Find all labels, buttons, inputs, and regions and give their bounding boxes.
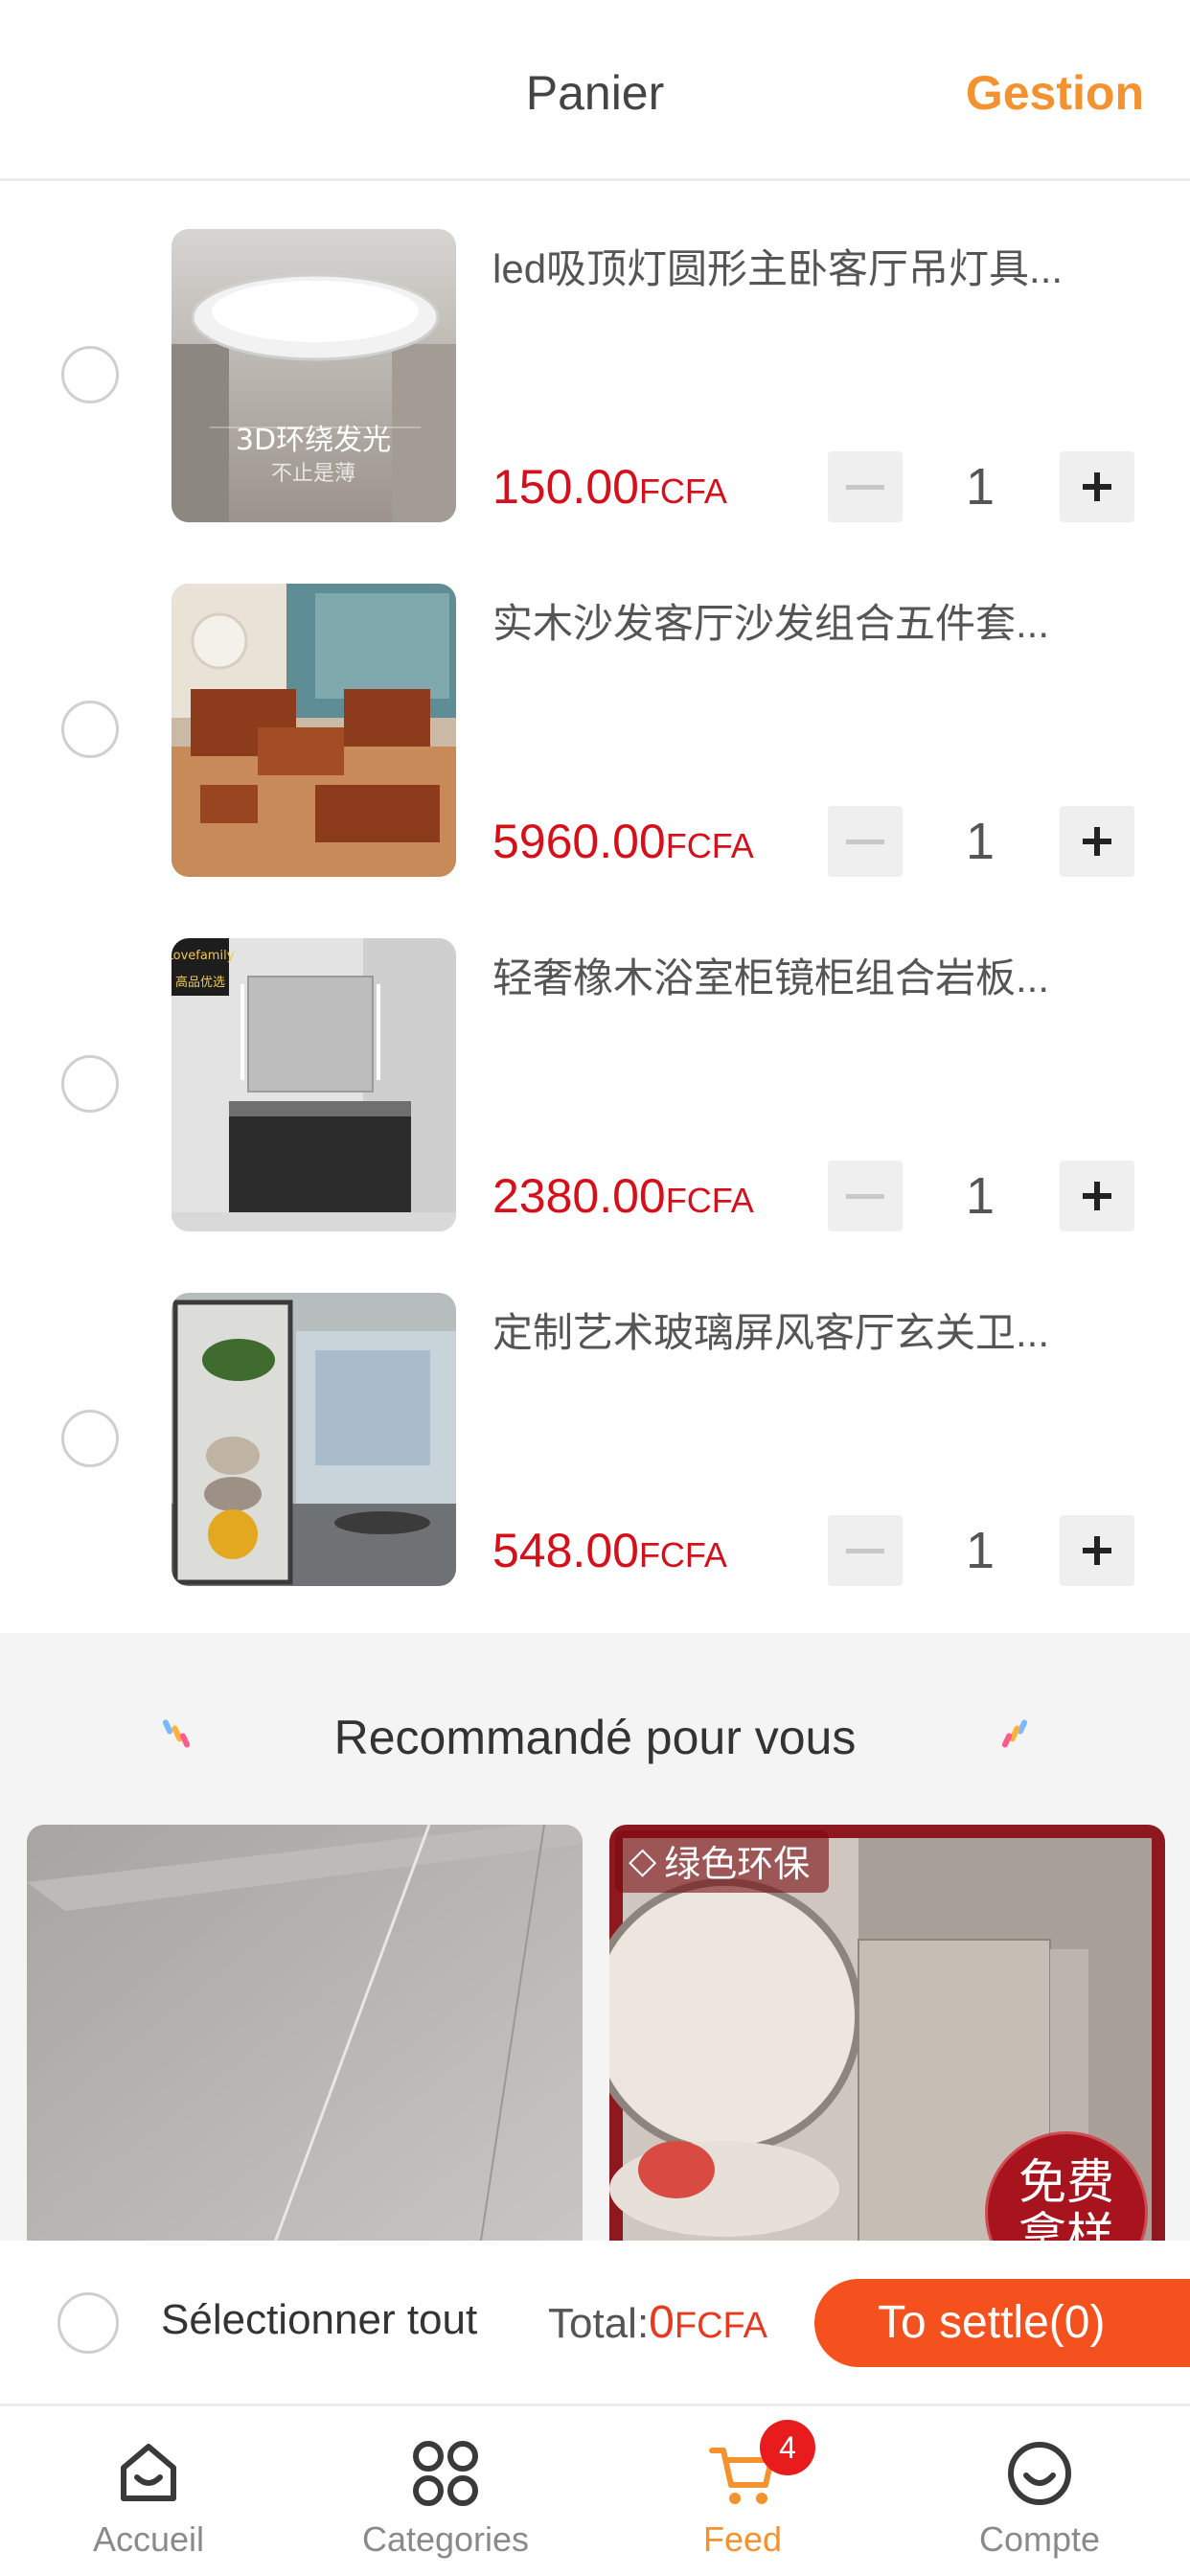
header: Panier Gestion [0,0,1190,181]
qty-decrease-button[interactable] [828,451,903,522]
recommend-card[interactable]: ◇ 绿色环保 免费 拿样 [609,1825,1165,2241]
svg-text:不止是薄: 不止是薄 [271,462,355,486]
item-select-radio[interactable] [61,1055,119,1113]
ceiling-light-image: 3D环绕发光 不止是薄 [172,229,456,522]
product-thumbnail[interactable] [172,584,456,877]
qty-value[interactable]: 1 [923,1521,1038,1580]
product-title[interactable]: 实木沙发客厅沙发组合五件套... [492,591,1125,650]
product-title[interactable]: 轻奢橡木浴室柜镜柜组合岩板... [492,946,1125,1004]
qty-increase-button[interactable] [1060,806,1134,877]
product-price: 150.00FCFA [492,460,727,514]
product-price: 2380.00FCFA [492,1169,754,1223]
tab-feed[interactable]: 4 Feed [594,2406,891,2576]
qty-value[interactable]: 1 [923,812,1038,871]
product-thumbnail[interactable] [172,1293,456,1586]
minus-icon [846,839,884,844]
minus-icon [846,484,884,490]
item-select-radio[interactable] [61,1410,119,1467]
item-select-radio[interactable] [61,701,119,758]
qty-decrease-button[interactable] [828,1515,903,1586]
minus-icon [846,1193,884,1199]
tab-bar: Accueil Categories 4 Feed Compte [0,2406,1190,2576]
manage-button[interactable]: Gestion [966,65,1144,121]
product-price: 5960.00FCFA [492,815,754,868]
product-thumbnail[interactable]: 3D环绕发光 不止是薄 [172,229,456,522]
cart-list: 3D环绕发光 不止是薄 led吸顶灯圆形主卧客厅吊灯具... 150.00FCF… [0,181,1190,1633]
qty-decrease-button[interactable] [828,806,903,877]
tab-label: Categories [361,2519,530,2559]
cart-item: 实木沙发客厅沙发组合五件套... 5960.00FCFA 1 [0,536,1190,890]
cart-item: 3D环绕发光 不止是薄 led吸顶灯圆形主卧客厅吊灯具... 150.00FCF… [0,181,1190,536]
categories-icon [413,2441,478,2506]
eco-tag: ◇ 绿色环保 [615,1830,830,1893]
qty-increase-button[interactable] [1060,1161,1134,1231]
svg-text:高品优选: 高品优选 [175,975,225,990]
qty-value[interactable]: 1 [923,457,1038,517]
item-select-radio[interactable] [61,346,119,403]
qty-increase-button[interactable] [1060,451,1134,522]
cart-item: 定制艺术玻璃屏风客厅玄关卫... 548.00FCFA 1 [0,1245,1190,1599]
minus-icon [846,1548,884,1553]
diamond-icon: ◇ [629,1841,657,1881]
product-price: 548.00FCFA [492,1524,727,1577]
svg-text:3D环绕发光: 3D环绕发光 [236,424,391,457]
cart-count-badge: 4 [760,2420,815,2475]
total-amount: Total:0FCFA [548,2297,767,2348]
tab-categories[interactable]: Categories [297,2406,594,2576]
tab-label: Compte [978,2519,1101,2559]
settle-bar: Sélectionner tout Total:0FCFA To settle(… [0,2241,1190,2406]
qty-decrease-button[interactable] [828,1161,903,1231]
svg-text:Lovefamily: Lovefamily [172,949,235,963]
account-icon [1008,2442,1071,2505]
bathroom-cabinet-image: Lovefamily 高品优选 [172,938,456,1231]
select-all-radio[interactable] [57,2292,119,2354]
cart-item: Lovefamily 高品优选 轻奢橡木浴室柜镜柜组合岩板... 2380.00… [0,890,1190,1245]
tab-label: Accueil [92,2519,205,2559]
tab-compte[interactable]: Compte [891,2406,1188,2576]
product-thumbnail[interactable]: Lovefamily 高品优选 [172,938,456,1231]
sparkle-icon [1001,1719,1028,1748]
wood-panel-image [27,1825,583,2241]
home-icon [121,2444,176,2501]
qty-value[interactable]: 1 [923,1166,1038,1226]
recommend-card[interactable] [27,1825,583,2241]
product-title[interactable]: led吸顶灯圆形主卧客厅吊灯具... [492,237,1125,295]
product-title[interactable]: 定制艺术玻璃屏风客厅玄关卫... [492,1300,1125,1359]
tab-label: Feed [702,2519,783,2559]
recommend-section: Recommandé pour vous ◇ 绿色环保 免费 拿样 [0,1633,1190,2241]
select-all-label[interactable]: Sélectionner tout [161,2296,477,2344]
tab-accueil[interactable]: Accueil [0,2406,297,2576]
qty-increase-button[interactable] [1060,1515,1134,1586]
settle-button[interactable]: To settle(0) [814,2279,1190,2367]
wood-sofa-image [172,584,456,877]
glass-screen-image [172,1293,456,1586]
